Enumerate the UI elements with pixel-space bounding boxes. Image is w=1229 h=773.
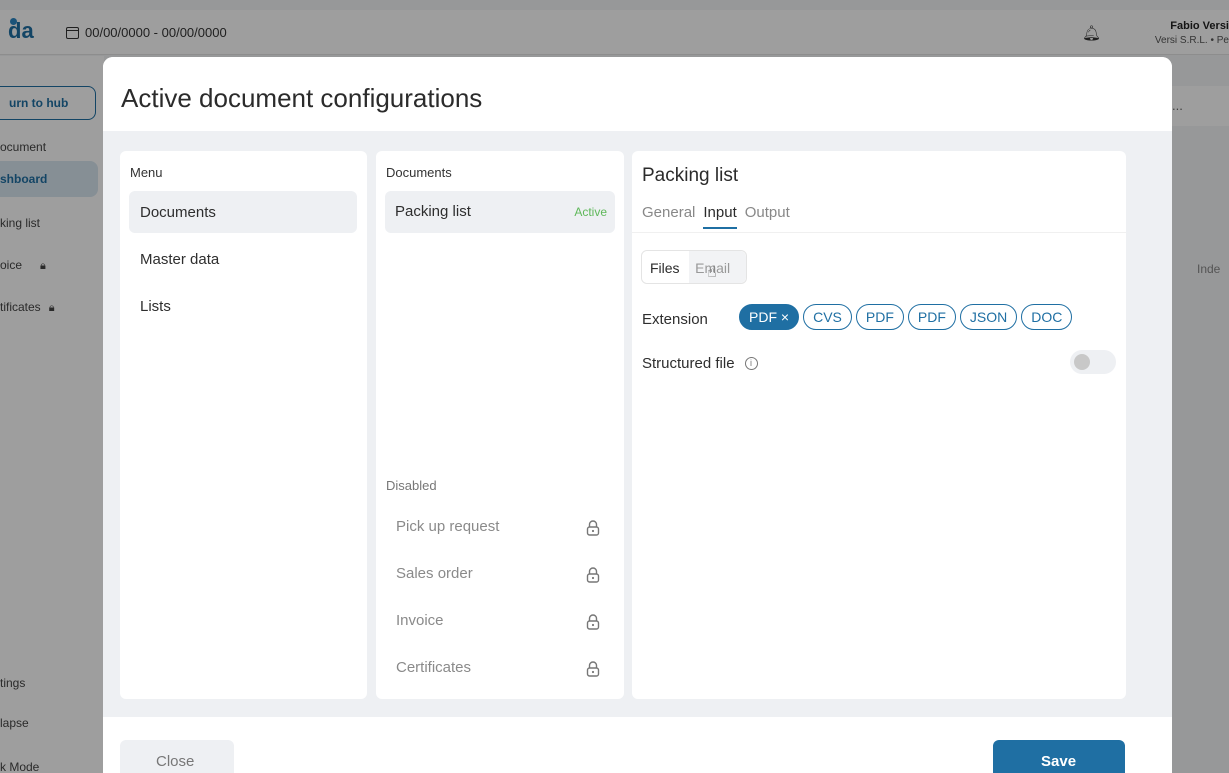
sidebar-item-invoice[interactable]: oice 🔒︎ [0,258,46,273]
extension-chip-pdf[interactable]: PDF [855,304,904,330]
lock-icon: 🔒︎ [48,302,55,314]
document-item-packing-list[interactable]: Packing list Active [385,191,615,233]
hand-cursor-icon: ☝︎ [707,264,717,281]
sidebar-section-document: ocument [0,140,47,154]
structured-file-label: Structured file [642,355,735,372]
extension-chip-json[interactable]: JSON [959,304,1018,330]
structured-file-toggle[interactable] [1070,350,1116,374]
subtab-files[interactable]: Files [642,251,690,283]
extension-label: Extension [642,311,708,328]
modal-body: Menu Documents Master data Lists Documen… [103,131,1172,717]
menu-item-documents[interactable]: Documents [129,191,357,233]
documents-panel: Documents Packing list Active Disabled P… [376,151,624,699]
tabs-divider [632,232,1126,233]
sidebar-item-label: oice [0,258,23,272]
status-badge: Active [574,205,607,219]
menu-item-master-data[interactable]: Master data [129,238,357,280]
sidebar-item-settings[interactable]: tings [0,676,25,690]
date-range-picker[interactable]: 00/00/0000 - 00/00/0000 [66,25,227,40]
menu-panel-title: Menu [130,165,163,180]
extension-chip-cvs[interactable]: CVS [803,304,852,330]
lock-icon [586,614,600,630]
document-label: Sales order [396,565,473,582]
config-modal: Active document configurations Menu Docu… [103,57,1172,773]
info-icon[interactable]: i [744,357,758,370]
document-label: Invoice [396,612,444,629]
detail-tabs: General Input Output [642,204,790,229]
document-item-invoice: Invoice [396,612,600,630]
lock-icon [586,520,600,536]
sidebar-item-label: tificates [0,300,41,314]
document-item-pick-up-request: Pick up request [396,518,600,536]
app-logo: da [8,18,34,43]
document-label: Certificates [396,659,472,676]
extension-chip-pdf[interactable]: PDF [907,304,956,330]
extension-chip-pdf-selected[interactable]: PDF × [739,304,800,330]
sidebar-item-certificates[interactable]: tificates 🔒︎ [0,300,55,315]
sidebar-item-packing-list[interactable]: king list [0,216,40,230]
document-item-sales-order: Sales order [396,565,600,583]
sidebar-item-collapse[interactable]: lapse [0,716,29,730]
bell-icon[interactable]: 🔔︎ [1082,24,1101,42]
lock-icon: 🔒︎ [40,260,46,272]
toggle-knob [1074,354,1090,370]
save-button[interactable]: Save [993,740,1125,773]
tab-general[interactable]: General [642,204,695,229]
extension-chip-doc[interactable]: DOC [1021,304,1073,330]
input-subtabs: Files Email [641,250,747,284]
menu-panel: Menu Documents Master data Lists [120,151,367,699]
close-button[interactable]: Close [120,740,234,773]
disabled-section-title: Disabled [386,478,437,493]
calendar-icon [66,26,79,39]
return-to-hub-button[interactable]: urn to hub [0,86,96,120]
menu-item-lists[interactable]: Lists [129,285,357,327]
modal-footer: Close Save [103,717,1172,773]
table-header-cell: Inde [1197,262,1221,276]
user-name: Fabio Versi [1170,20,1229,32]
document-label: Pick up request [396,518,500,535]
tab-output[interactable]: Output [745,204,790,229]
structured-file-row: Structured file i [642,355,758,372]
document-label: Packing list [395,203,471,220]
user-org: Versi S.R.L. • Pe [1154,35,1229,46]
detail-panel: Packing list General Input Output Files … [632,151,1126,699]
lock-icon [586,567,600,583]
extension-chips: PDF × CVS PDF PDF JSON DOC [739,304,1073,330]
subtab-email[interactable]: Email [689,251,746,283]
lock-icon [586,661,600,677]
date-range-text: 00/00/0000 - 00/00/0000 [85,25,227,40]
sidebar: urn to hub ocument shboard king list oic… [0,56,104,773]
tab-input[interactable]: Input [703,204,737,229]
document-item-certificates: Certificates [396,659,600,677]
documents-panel-title: Documents [386,165,452,180]
sidebar-item-dark-mode[interactable]: k Mode [0,760,39,773]
modal-title: Active document configurations [103,57,1172,131]
detail-title: Packing list [642,165,739,186]
top-bar: da 00/00/0000 - 00/00/0000 🔔︎ Fabio Vers… [0,10,1229,55]
sidebar-item-dashboard[interactable]: shboard [0,161,98,197]
